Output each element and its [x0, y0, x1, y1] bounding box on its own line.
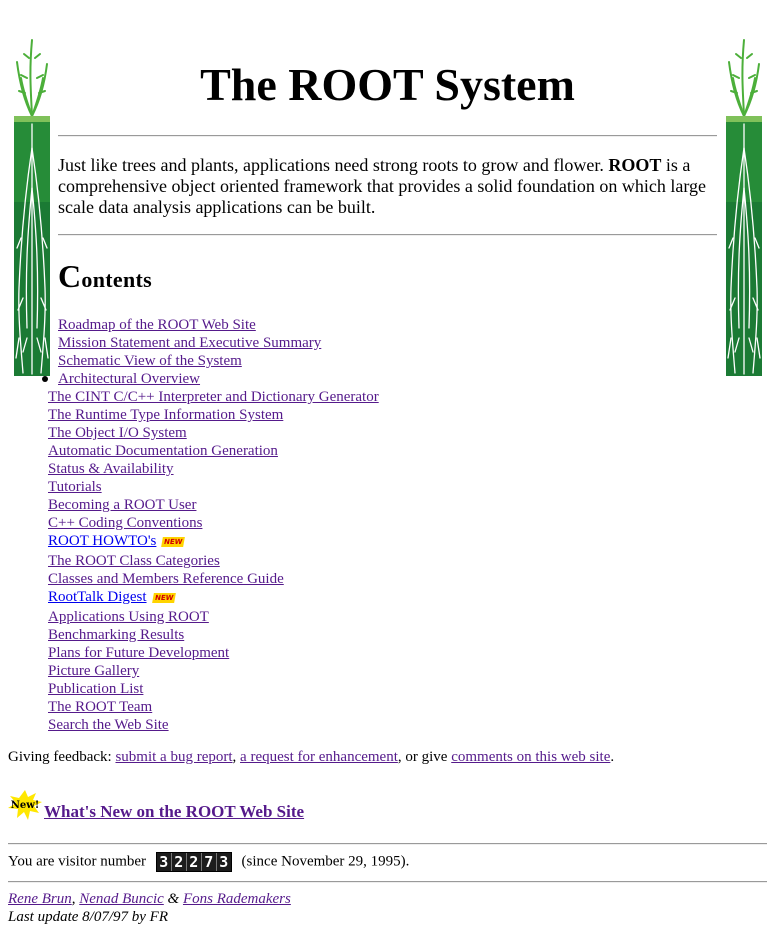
link-class-categories[interactable]: The ROOT Class Categories — [48, 552, 379, 570]
link-becoming-user[interactable]: Becoming a ROOT User — [48, 496, 379, 514]
counter-digit: 2 — [186, 853, 202, 871]
link-root-howtos-label: ROOT HOWTO's — [48, 533, 157, 549]
link-author-nenad-buncic[interactable]: Nenad Buncic — [79, 891, 164, 907]
author-amp: & — [163, 891, 183, 907]
link-tutorials[interactable]: Tutorials — [48, 478, 379, 496]
contents-heading-rest: ontents — [81, 267, 152, 292]
link-author-rene-brun[interactable]: Rene Brun — [8, 891, 72, 907]
list-item: Publication List — [48, 680, 379, 698]
list-item: Picture Gallery — [48, 662, 379, 680]
link-coding-conventions[interactable]: C++ Coding Conventions — [48, 514, 379, 532]
list-item: Status & Availability — [48, 460, 379, 478]
intro-root-bold: ROOT — [608, 155, 662, 175]
contents-heading-cap: C — [58, 258, 82, 294]
link-roadmap[interactable]: Roadmap of the ROOT Web Site — [58, 316, 321, 334]
counter-digit: 2 — [171, 853, 187, 871]
link-auto-documentation[interactable]: Automatic Documentation Generation — [48, 442, 379, 460]
authors-footer: Rene Brun, Nenad Buncic & Fons Rademaker… — [8, 890, 291, 926]
list-item: RootTalk Digest NEW — [48, 588, 379, 606]
link-search-site[interactable]: Search the Web Site — [48, 716, 379, 734]
feedback-line: Giving feedback: submit a bug report, a … — [8, 749, 614, 766]
link-enhancement-request[interactable]: a request for enhancement — [240, 749, 398, 765]
list-item: The Runtime Type Information System — [48, 406, 379, 424]
link-reference-guide[interactable]: Classes and Members Reference Guide — [48, 570, 379, 588]
feedback-or-give: , or give — [397, 749, 452, 765]
feedback-comma: , — [232, 749, 241, 765]
toc-top-links: Roadmap of the ROOT Web Site Mission Sta… — [58, 316, 321, 370]
link-cint-interpreter[interactable]: The CINT C/C++ Interpreter and Dictionar… — [48, 388, 379, 406]
feedback-period: . — [610, 749, 615, 765]
link-author-fons-rademakers[interactable]: Fons Rademakers — [183, 891, 291, 907]
divider — [58, 234, 717, 236]
link-object-io[interactable]: The Object I/O System — [48, 424, 379, 442]
intro-paragraph: Just like trees and plants, applications… — [58, 155, 718, 218]
list-item: Plans for Future Development — [48, 644, 379, 662]
link-future-plans[interactable]: Plans for Future Development — [48, 644, 379, 662]
counter-digit: 3 — [216, 853, 231, 871]
contents-heading: Contents — [58, 258, 152, 295]
new-star-icon: New! — [8, 790, 42, 820]
last-update: Last update 8/07/97 by FR — [8, 909, 168, 925]
new-badge-icon: NEW — [151, 592, 176, 603]
link-mission-statement[interactable]: Mission Statement and Executive Summary — [58, 334, 321, 352]
link-bug-report[interactable]: submit a bug report — [115, 749, 232, 765]
visitor-line: You are visitor number 3 2 2 7 3 (since … — [8, 852, 409, 872]
list-item: Benchmarking Results — [48, 626, 379, 644]
link-architectural-overview[interactable]: Architectural Overview — [58, 370, 379, 388]
list-item: Classes and Members Reference Guide — [48, 570, 379, 588]
page-title: The ROOT System — [200, 59, 575, 110]
list-item: Applications Using ROOT — [48, 608, 379, 626]
link-site-comments[interactable]: comments on this web site — [451, 749, 610, 765]
list-item: C++ Coding Conventions — [48, 514, 379, 532]
divider — [58, 135, 717, 137]
link-runtime-type-info[interactable]: The Runtime Type Information System — [48, 406, 379, 424]
link-roottalk-digest[interactable]: RootTalk Digest NEW — [48, 588, 379, 606]
intro-text: Just like trees and plants, applications… — [58, 155, 609, 175]
visitor-prefix: You are visitor number — [8, 853, 147, 870]
visitor-counter: 3 2 2 7 3 — [155, 852, 232, 872]
divider — [8, 843, 767, 845]
list-item: The CINT C/C++ Interpreter and Dictionar… — [48, 388, 379, 406]
link-roottalk-label: RootTalk Digest — [48, 589, 147, 605]
list-item: The ROOT Class Categories — [48, 552, 379, 570]
link-publication-list[interactable]: Publication List — [48, 680, 379, 698]
list-item: ROOT HOWTO's NEW — [48, 532, 379, 550]
feedback-prefix: Giving feedback: — [8, 749, 116, 765]
link-applications[interactable]: Applications Using ROOT — [48, 608, 379, 626]
list-item: The Object I/O System — [48, 424, 379, 442]
contents-list: Architectural Overview The CINT C/C++ In… — [42, 370, 379, 734]
list-item: Tutorials — [48, 478, 379, 496]
author-links: Rene Brun, Nenad Buncic & Fons Rademaker… — [8, 890, 291, 908]
link-root-team[interactable]: The ROOT Team — [48, 698, 379, 716]
list-item: The ROOT Team — [48, 698, 379, 716]
list-item: Automatic Documentation Generation — [48, 442, 379, 460]
counter-digit: 7 — [201, 853, 217, 871]
link-whats-new[interactable]: What's New on the ROOT Web Site — [44, 802, 304, 822]
new-badge-icon: NEW — [161, 536, 186, 547]
link-benchmarking[interactable]: Benchmarking Results — [48, 626, 379, 644]
link-status-availability[interactable]: Status & Availability — [48, 460, 379, 478]
counter-digit: 3 — [156, 853, 172, 871]
list-item: Architectural Overview — [42, 370, 379, 388]
link-root-howtos[interactable]: ROOT HOWTO's NEW — [48, 532, 379, 550]
link-picture-gallery[interactable]: Picture Gallery — [48, 662, 379, 680]
list-item: Becoming a ROOT User — [48, 496, 379, 514]
list-item: Search the Web Site — [48, 716, 379, 734]
link-schematic-view[interactable]: Schematic View of the System — [58, 352, 321, 370]
visitor-suffix: (since November 29, 1995). — [241, 853, 410, 870]
new-star-text: New! — [11, 800, 40, 811]
divider — [8, 881, 767, 883]
